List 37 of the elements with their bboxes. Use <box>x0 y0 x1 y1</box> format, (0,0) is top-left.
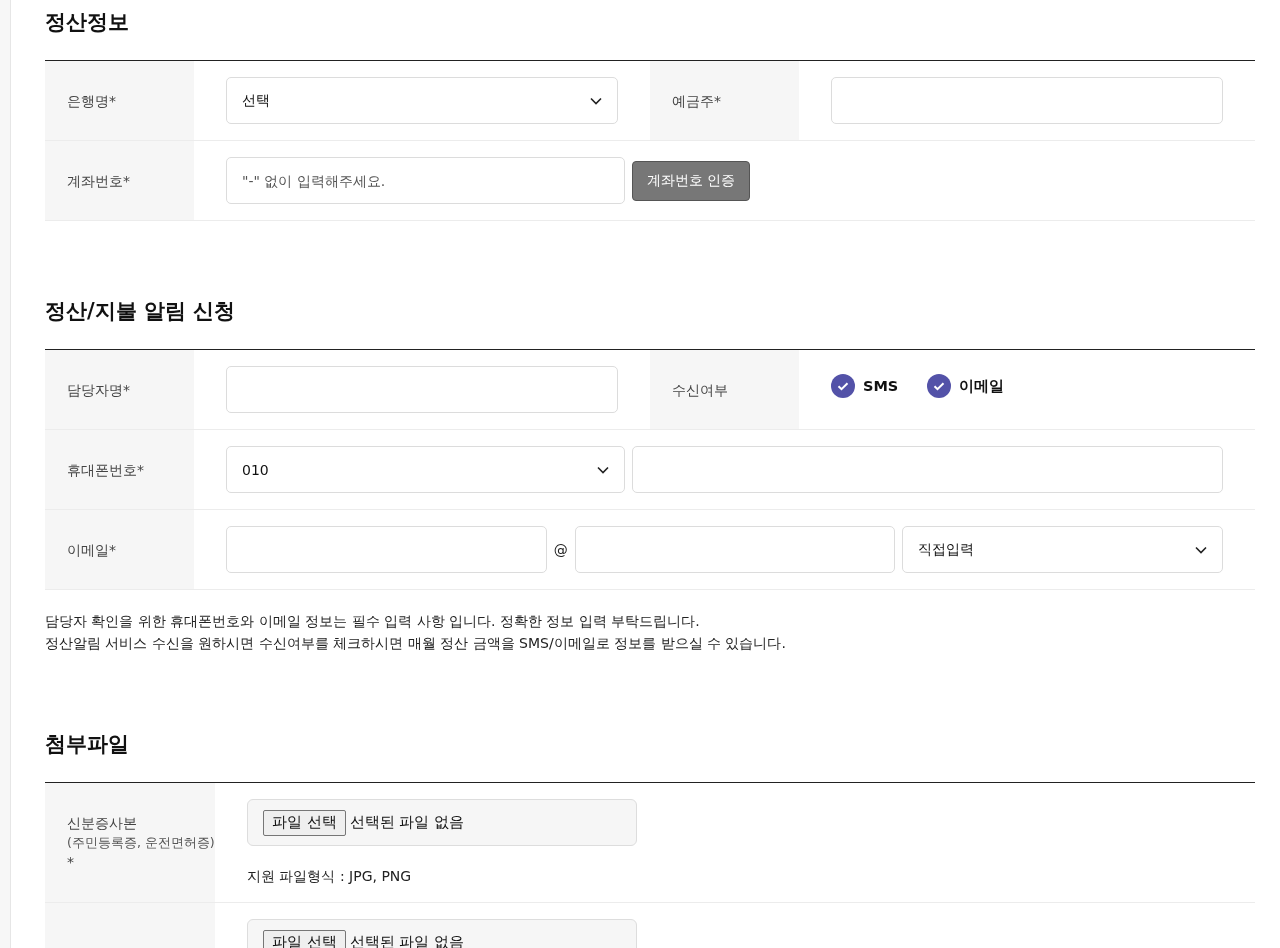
field-label: 수신여부 <box>672 380 729 400</box>
field-label: 담당자명* <box>67 380 131 400</box>
select-field[interactable]: 선택 <box>226 77 618 124</box>
checkbox-icon[interactable] <box>927 374 952 398</box>
field-label: 계좌번호* <box>67 171 131 191</box>
notice-text: 정산알림 서비스 수신을 원하시면 수신여부를 체크하시면 매월 정산 금액을 SMS/이메일로 정보를 받으실 수 있습니다. <box>45 634 787 653</box>
file-input[interactable]: 파일 선택 선택된 파일 없음 <box>247 799 637 846</box>
input-field[interactable] <box>632 446 1223 493</box>
section-title: 정산정보 <box>45 9 130 36</box>
choose-file-button[interactable]: 파일 선택 <box>263 809 346 836</box>
section-title: 정산/지불 알림 신청 <box>45 298 237 325</box>
checkbox-icon[interactable] <box>831 374 855 398</box>
at-sign: @ <box>553 541 568 558</box>
input-field[interactable] <box>226 526 547 573</box>
field-sublabel: (주민등록증, 운전면허증) <box>67 834 215 852</box>
field-label: 예금주* <box>672 91 722 111</box>
field-label: 이메일* <box>67 540 117 560</box>
checkbox-label: SMS <box>863 378 899 394</box>
input-field[interactable] <box>226 366 618 413</box>
section-title: 첨부파일 <box>45 731 130 758</box>
field-label: 휴대폰번호* <box>67 460 145 480</box>
required-mark: * <box>67 853 75 872</box>
notice-text: 담당자 확인을 위한 휴대폰번호와 이메일 정보는 필수 입력 사항 입니다. 정확한 정보 입력 부탁드립니다. <box>45 612 701 631</box>
chevron-down-icon <box>597 465 609 474</box>
input-field[interactable]: "-" 없이 입력해주세요. <box>226 157 625 204</box>
select-field[interactable]: 010 <box>226 446 625 493</box>
checkbox-label: 이메일 <box>959 376 1005 396</box>
chevron-down-icon <box>590 96 602 105</box>
file-format-hint: 지원 파일형식 : JPG, PNG <box>247 868 412 886</box>
field-label: 은행명* <box>67 91 117 111</box>
input-field[interactable] <box>831 77 1223 124</box>
field-label: 신분증사본 <box>67 814 138 833</box>
select-field[interactable]: 직접입력 <box>902 526 1223 573</box>
verify-account-button[interactable]: 계좌번호 인증 <box>632 160 751 201</box>
file-status: 선택된 파일 없음 <box>349 813 464 832</box>
chevron-down-icon <box>1195 545 1207 554</box>
input-field[interactable] <box>574 526 896 573</box>
